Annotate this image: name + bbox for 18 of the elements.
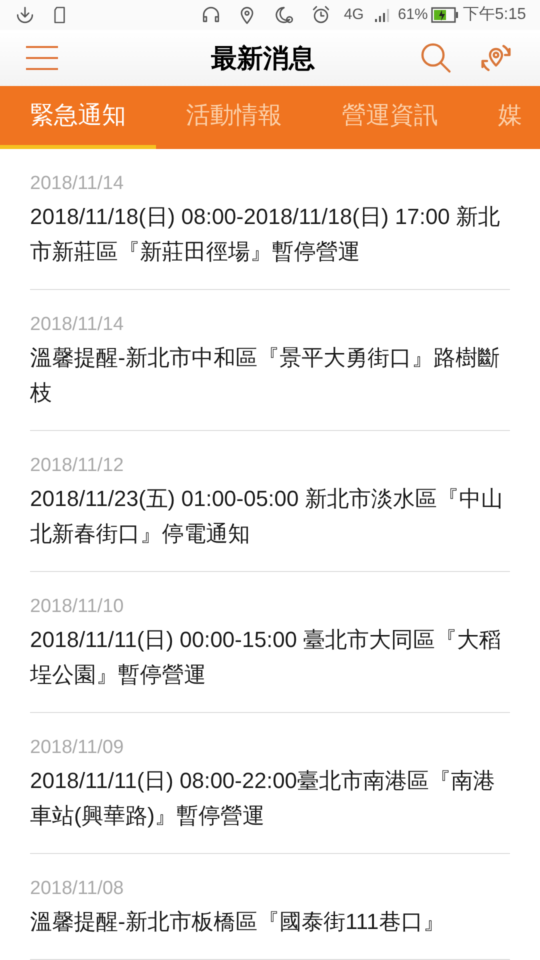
battery-percent: 61% bbox=[398, 4, 428, 25]
menu-button[interactable] bbox=[26, 44, 58, 72]
news-date: 2018/11/12 bbox=[30, 454, 125, 478]
news-title[interactable]: 2018/11/11(日) 00:00-15:00 臺北市大同區『大稻埕公園』暫停營運 bbox=[30, 622, 510, 692]
news-title[interactable]: 溫馨提醒-新北市中和區『景平大勇街口』路樹斷枝 bbox=[30, 340, 510, 410]
battery-charging-icon bbox=[430, 7, 459, 24]
page-title: 最新消息 bbox=[211, 42, 315, 75]
news-date: 2018/11/14 bbox=[30, 172, 125, 196]
news-date: 2018/11/10 bbox=[30, 595, 125, 619]
news-title[interactable]: 2018/11/23(五) 01:00-05:00 新北市淡水區『中山北新春街口』停電通知 bbox=[30, 481, 510, 551]
news-date: 2018/11/08 bbox=[30, 877, 125, 901]
news-date: 2018/11/09 bbox=[30, 736, 125, 760]
news-title[interactable]: 2018/11/11(日) 08:00-22:00臺北市南港區『南港車站(興華路)』暫停營運 bbox=[30, 763, 510, 833]
clock-time: 下午5:15 bbox=[462, 5, 526, 26]
news-title[interactable]: 溫馨提醒-新北市板橋區『國泰街111巷口』 bbox=[30, 904, 510, 939]
news-date: 2018/11/14 bbox=[30, 313, 125, 337]
news-title[interactable]: 2018/11/18(日) 08:00-2018/11/18(日) 17:00 新北市新莊區『新莊田徑場』暫停營運 bbox=[30, 199, 510, 269]
network-type: 4G bbox=[344, 4, 364, 25]
